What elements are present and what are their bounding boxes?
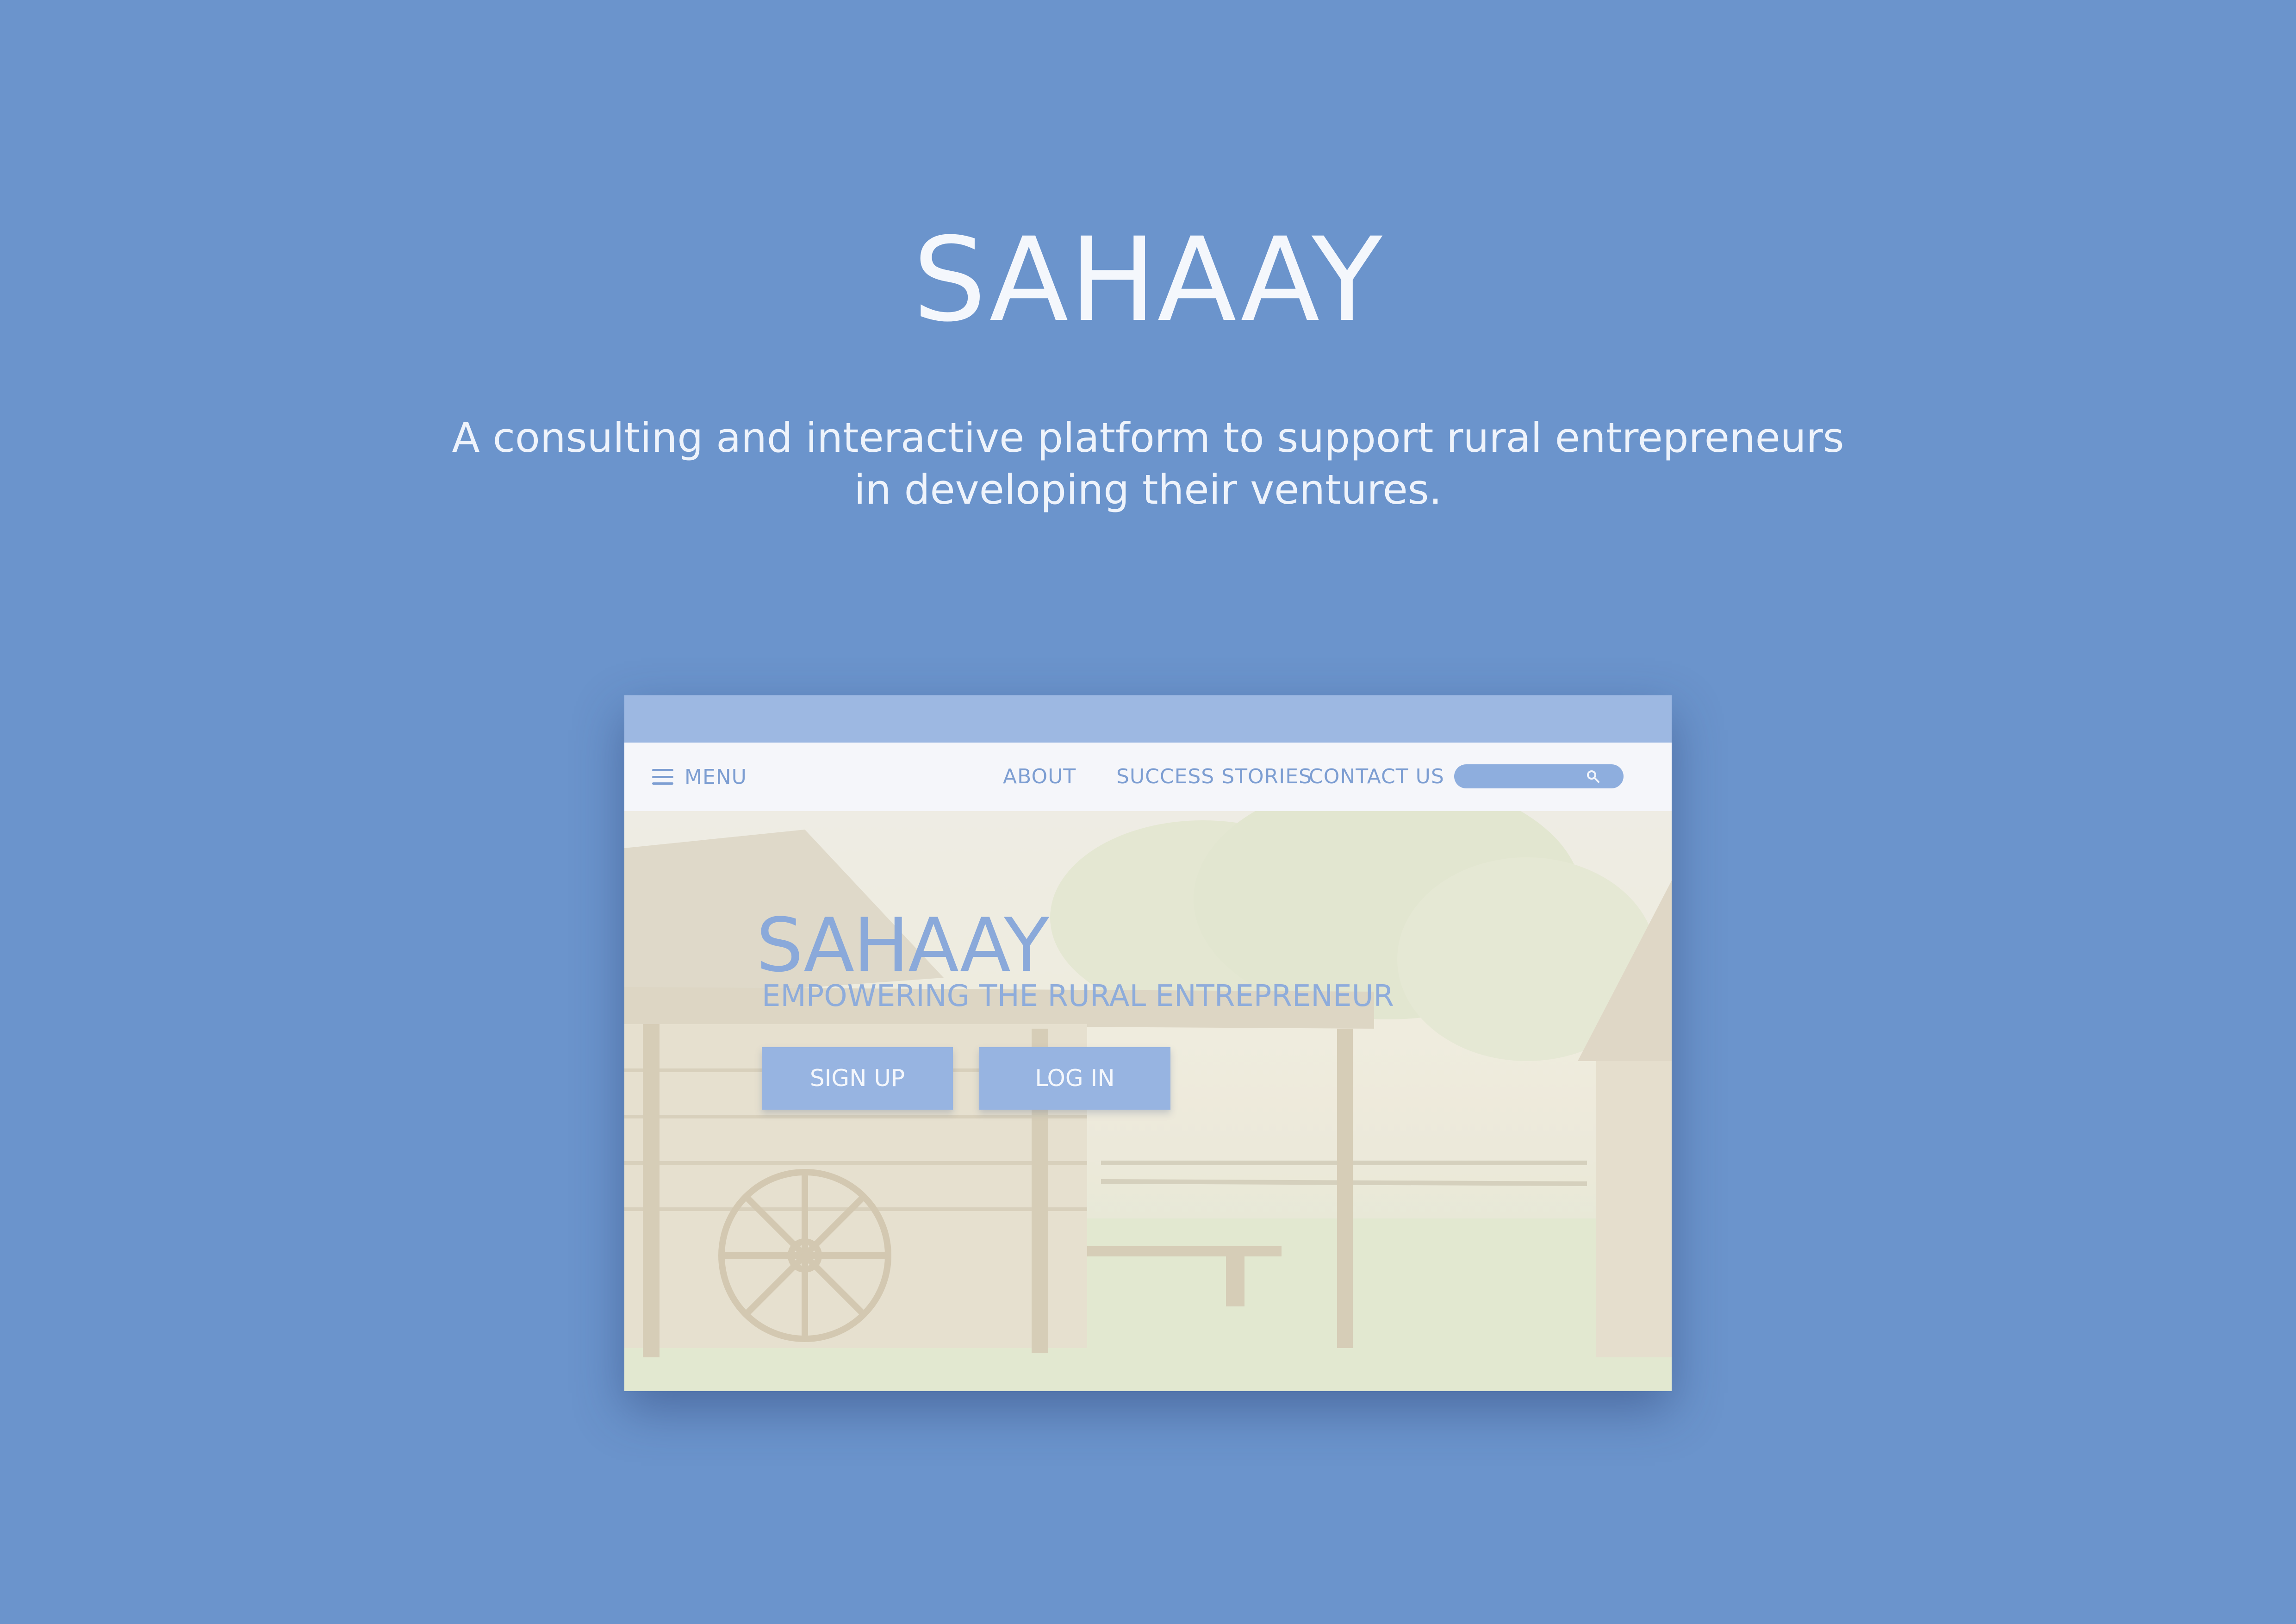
search-icon — [1587, 770, 1599, 783]
nav-link-about[interactable]: ABOUT — [1003, 743, 1076, 811]
log-in-button[interactable]: LOG IN — [979, 1047, 1170, 1110]
site-hero-title: SAHAAY — [756, 902, 1049, 988]
website-mockup: MENU ABOUT SUCCESS STORIES CONTACT US SA… — [624, 695, 1672, 1391]
browser-chrome-bar — [624, 695, 1672, 743]
sign-up-button[interactable]: SIGN UP — [762, 1047, 953, 1110]
menu-label: MENU — [684, 765, 747, 789]
hero-background-image: SAHAAY EMPOWERING THE RURAL ENTREPRENEUR… — [624, 811, 1672, 1391]
site-navbar: MENU ABOUT SUCCESS STORIES CONTACT US — [624, 743, 1672, 811]
menu-button[interactable]: MENU — [652, 743, 747, 811]
subtitle-line-1: A consulting and interactive platform to… — [452, 414, 1844, 462]
nav-link-contact-us[interactable]: CONTACT US — [1309, 743, 1444, 811]
site-hero-tagline: EMPOWERING THE RURAL ENTREPRENEUR — [762, 979, 1394, 1013]
hamburger-icon — [652, 769, 673, 785]
nav-link-success-stories[interactable]: SUCCESS STORIES — [1116, 743, 1312, 811]
subtitle-line-2: in developing their ventures. — [854, 466, 1442, 513]
page-title: SAHAAY — [913, 212, 1383, 347]
page-subtitle: A consulting and interactive platform to… — [0, 412, 2296, 516]
search-input[interactable] — [1454, 764, 1624, 788]
